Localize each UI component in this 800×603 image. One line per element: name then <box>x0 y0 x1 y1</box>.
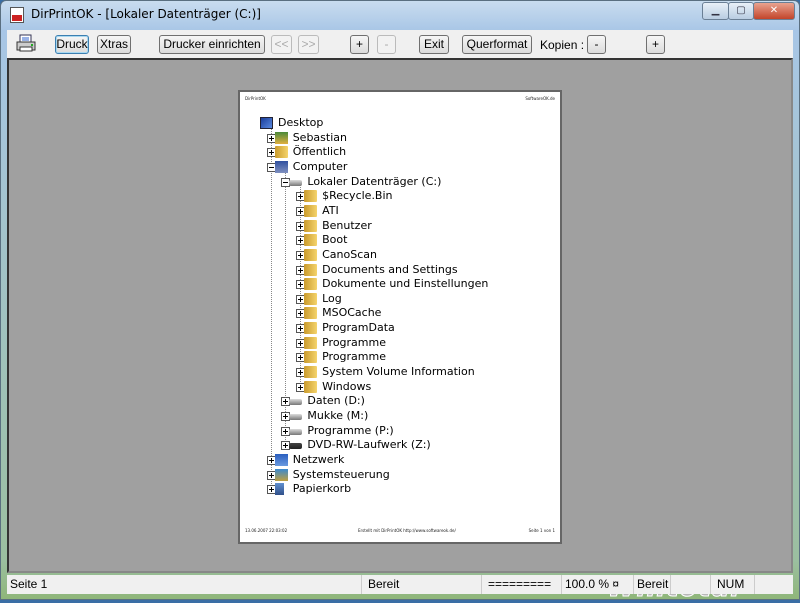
folder-icon <box>304 190 318 203</box>
tree-item-label: ProgramData <box>322 321 395 335</box>
computer-icon <box>274 160 288 173</box>
tree-item-label: Programme (P:) <box>307 423 394 437</box>
net-icon <box>274 453 288 466</box>
tree-item-label: CanoScan <box>322 247 377 261</box>
folder-icon <box>304 336 318 349</box>
footer-date: 13.06.2007 22:03:02 <box>245 528 288 533</box>
tree-item-label: Windows <box>322 379 372 393</box>
drucker-einrichten-button[interactable]: Drucker einrichten <box>159 35 265 54</box>
tree-item-label: Documents and Settings <box>322 262 458 276</box>
folder-icon <box>304 263 318 276</box>
status-zoom: 100.0 % ¤ <box>562 575 634 594</box>
window-title: DirPrintOK - [Lokaler Datenträger (C:)] <box>31 7 261 21</box>
tree-item-label: System Volume Information <box>322 365 475 379</box>
toolbar: Druck Xtras Drucker einrichten << >> + -… <box>7 30 793 58</box>
kopien-label: Kopien : <box>540 38 585 52</box>
tree-item-label: Log <box>322 291 342 305</box>
status-empty <box>671 575 711 594</box>
folder-icon <box>304 219 318 232</box>
tree-item-label: Öffentlich <box>292 145 347 159</box>
kopien-minus-button[interactable]: - <box>587 35 606 54</box>
tree-item-label: Systemsteuerung <box>292 467 390 481</box>
tree-item-label: $Recycle.Bin <box>322 189 393 203</box>
drive-icon <box>289 414 303 420</box>
folder-icon <box>304 351 318 364</box>
tree-connector-line <box>270 126 272 487</box>
next-page-button[interactable]: >> <box>298 35 319 54</box>
folder-icon <box>274 146 288 159</box>
maximize-button[interactable]: ▢ <box>728 2 754 20</box>
folder-icon <box>304 380 318 393</box>
tree-item-label: MSOCache <box>322 306 382 320</box>
panel-icon <box>274 468 288 481</box>
tree-item-label: Papierkorb <box>292 482 352 496</box>
tree-item-label: Boot <box>322 233 348 247</box>
drive-icon <box>289 428 303 435</box>
header-left: DirPrintOK <box>245 96 266 101</box>
prev-page-button[interactable]: << <box>271 35 292 54</box>
folder-icon <box>304 278 318 291</box>
close-button[interactable]: ✕ <box>753 2 795 20</box>
tree-item-label: Sebastian <box>292 130 347 144</box>
print-preview-page: DirPrintOK SoftwareOK.de Desktop Sebastia… <box>238 90 562 544</box>
status-state2: Bereit <box>634 575 671 594</box>
status-state: Bereit <box>362 575 482 594</box>
status-progress: ========= <box>482 575 562 594</box>
status-page: Seite 1 <box>7 575 362 594</box>
folder-icon <box>304 234 318 247</box>
tree-item-label: Mukke (M:) <box>307 409 369 422</box>
tree-item-label: Computer <box>292 159 348 173</box>
preview-area[interactable]: DirPrintOK SoftwareOK.de Desktop Sebastia… <box>7 58 793 603</box>
tree-item-label: Programme <box>322 350 386 364</box>
drive-icon <box>289 399 303 406</box>
tree-item-label: Lokaler Datenträger (C:) <box>307 174 442 188</box>
xtras-button[interactable]: Xtras <box>97 35 131 54</box>
printer-icon[interactable] <box>15 34 37 54</box>
status-bar: Seite 1 Bereit ========= 100.0 % ¤ Berei… <box>7 575 793 594</box>
folder-icon <box>304 366 318 379</box>
tree-item-label: Netzwerk <box>292 452 345 466</box>
user-icon <box>274 131 288 144</box>
folder-icon <box>304 248 318 261</box>
drive-icon <box>289 179 303 186</box>
tree-item-label: Programme <box>322 335 386 349</box>
trash-icon <box>274 483 284 496</box>
app-window: DirPrintOK - [Lokaler Datenträger (C:)] … <box>0 0 800 603</box>
tree-item-label: Benutzer <box>322 218 372 232</box>
footer-page: Seite 1 von 1 <box>528 528 555 533</box>
tree-item-label: Desktop <box>278 116 324 129</box>
tree-item-label: DVD-RW-Laufwerk (Z:) <box>307 438 431 452</box>
exit-button[interactable]: Exit <box>419 35 449 54</box>
status-num: NUM <box>711 575 755 594</box>
tree-item-label: ATI <box>322 203 339 217</box>
zoom-in-button[interactable]: + <box>350 35 369 54</box>
kopien-plus-button[interactable]: + <box>646 35 665 54</box>
druck-button[interactable]: Druck <box>55 35 89 54</box>
app-icon <box>10 7 24 23</box>
zoom-out-button[interactable]: - <box>377 35 396 54</box>
desktop-icon <box>260 117 273 129</box>
folder-icon <box>304 204 318 217</box>
header-right: SoftwareOK.de <box>525 96 555 101</box>
title-bar[interactable]: DirPrintOK - [Lokaler Datenträger (C:)] … <box>1 1 799 31</box>
folder-icon <box>304 292 318 305</box>
minimize-button[interactable]: ▁ <box>702 2 729 20</box>
querformat-button[interactable]: Querformat <box>462 35 532 54</box>
dvd-icon <box>289 443 303 450</box>
folder-icon <box>304 322 318 335</box>
tree-item-label: Daten (D:) <box>307 394 365 408</box>
folder-icon <box>304 307 318 320</box>
tree-item-label: Dokumente und Einstellungen <box>322 277 489 291</box>
footer-credit: Erstellt mit DirPrintOK http://www.softw… <box>358 528 456 533</box>
